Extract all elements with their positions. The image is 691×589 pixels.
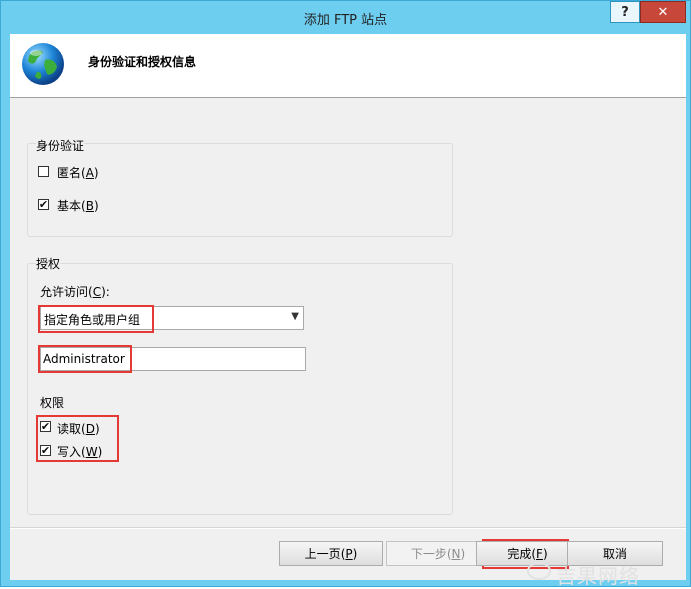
page-title: 身份验证和授权信息 [88, 55, 197, 69]
dialog-content: 身份验证和授权信息 身份验证 匿名(A) ✔ 基本(B) 授权 允许访问(C):… [10, 34, 686, 580]
check-mark-icon: ✔ [38, 198, 49, 211]
bottom-separator [10, 527, 686, 529]
basic-label[interactable]: 基本(B) [57, 197, 99, 214]
highlight-user-name [38, 345, 132, 373]
chevron-down-icon[interactable]: ▼ [291, 311, 299, 322]
basic-checkbox[interactable]: ✔ [38, 199, 49, 210]
window-title: 添加 FTP 站点 [303, 13, 388, 28]
next-button[interactable]: 下一步(N) [386, 541, 490, 566]
authorization-group [27, 263, 453, 515]
title-bar[interactable]: 添加 FTP 站点 ? ✕ [1, 1, 690, 33]
permissions-label: 权限 [40, 396, 65, 410]
authorization-group-title: 授权 [36, 255, 61, 272]
allow-access-label: 允许访问(C): [40, 285, 110, 299]
highlight-permissions [36, 415, 119, 462]
authentication-group [27, 143, 453, 237]
help-button[interactable]: ? [610, 1, 640, 23]
anonymous-checkbox[interactable] [38, 166, 49, 177]
highlight-allow-access [38, 305, 154, 333]
globe-icon [22, 43, 64, 85]
watermark-text: 吉果网络 [556, 564, 640, 588]
authentication-group-title: 身份验证 [36, 137, 85, 154]
wizard-header: 身份验证和授权信息 [10, 34, 686, 98]
close-button[interactable]: ✕ [640, 1, 686, 23]
watermark-icon [527, 562, 551, 580]
anonymous-label[interactable]: 匿名(A) [57, 164, 99, 181]
add-ftp-site-window: 添加 FTP 站点 ? ✕ 身份验证和授权信息 身份验证 匿名(A) ✔ 基本(… [0, 0, 691, 587]
previous-button[interactable]: 上一页(P) [279, 541, 383, 566]
